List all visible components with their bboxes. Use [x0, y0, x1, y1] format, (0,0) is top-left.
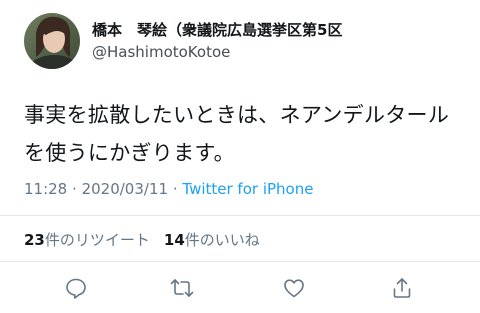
- reply-button[interactable]: [62, 274, 90, 302]
- tweet-stats: 23件のリツイート 14件のいいね: [24, 229, 260, 250]
- tweet-date[interactable]: 2020/03/11: [82, 180, 168, 198]
- like-count: 14: [163, 231, 185, 249]
- like-icon: [284, 279, 304, 298]
- retweet-label: 件のリツイート: [44, 231, 150, 249]
- divider: [0, 261, 480, 262]
- divider: [0, 215, 480, 216]
- tweet-detail: 橋本 琴絵（衆議院広島選挙区第5区 @HashimotoKotoe 事実を拡散し…: [0, 0, 480, 313]
- tweet-time: 11:28: [24, 180, 68, 198]
- retweet-button[interactable]: [168, 274, 196, 302]
- like-stat[interactable]: 14件のいいね: [164, 231, 260, 249]
- tweet-meta: 11:28 · 2020/03/11 · Twitter for iPhone: [24, 180, 313, 198]
- avatar[interactable]: [24, 13, 80, 69]
- action-bar: [0, 268, 480, 308]
- tweet-text: 事実を拡散したいときは、ネアンデルタールを使うにかぎります。: [24, 103, 450, 165]
- reply-icon: [66, 278, 86, 299]
- share-button[interactable]: [388, 274, 416, 302]
- retweet-icon: [170, 279, 194, 297]
- like-button[interactable]: [280, 274, 308, 302]
- avatar-image: [24, 13, 80, 69]
- user-names: 橋本 琴絵（衆議院広島選挙区第5区 @HashimotoKotoe: [92, 19, 342, 63]
- tweet-header: 橋本 琴絵（衆議院広島選挙区第5区 @HashimotoKotoe: [24, 10, 342, 72]
- tweet-source-link[interactable]: Twitter for iPhone: [182, 180, 313, 198]
- retweet-count: 23: [24, 231, 45, 249]
- meta-separator: ·: [172, 180, 178, 198]
- display-name[interactable]: 橋本 琴絵（衆議院広島選挙区第5区: [92, 19, 342, 41]
- retweet-stat[interactable]: 23件のリツイート: [24, 231, 150, 249]
- user-handle[interactable]: @HashimotoKotoe: [92, 41, 342, 63]
- meta-separator: ·: [72, 180, 77, 198]
- like-label: 件のいいね: [184, 231, 260, 249]
- share-icon: [393, 278, 411, 298]
